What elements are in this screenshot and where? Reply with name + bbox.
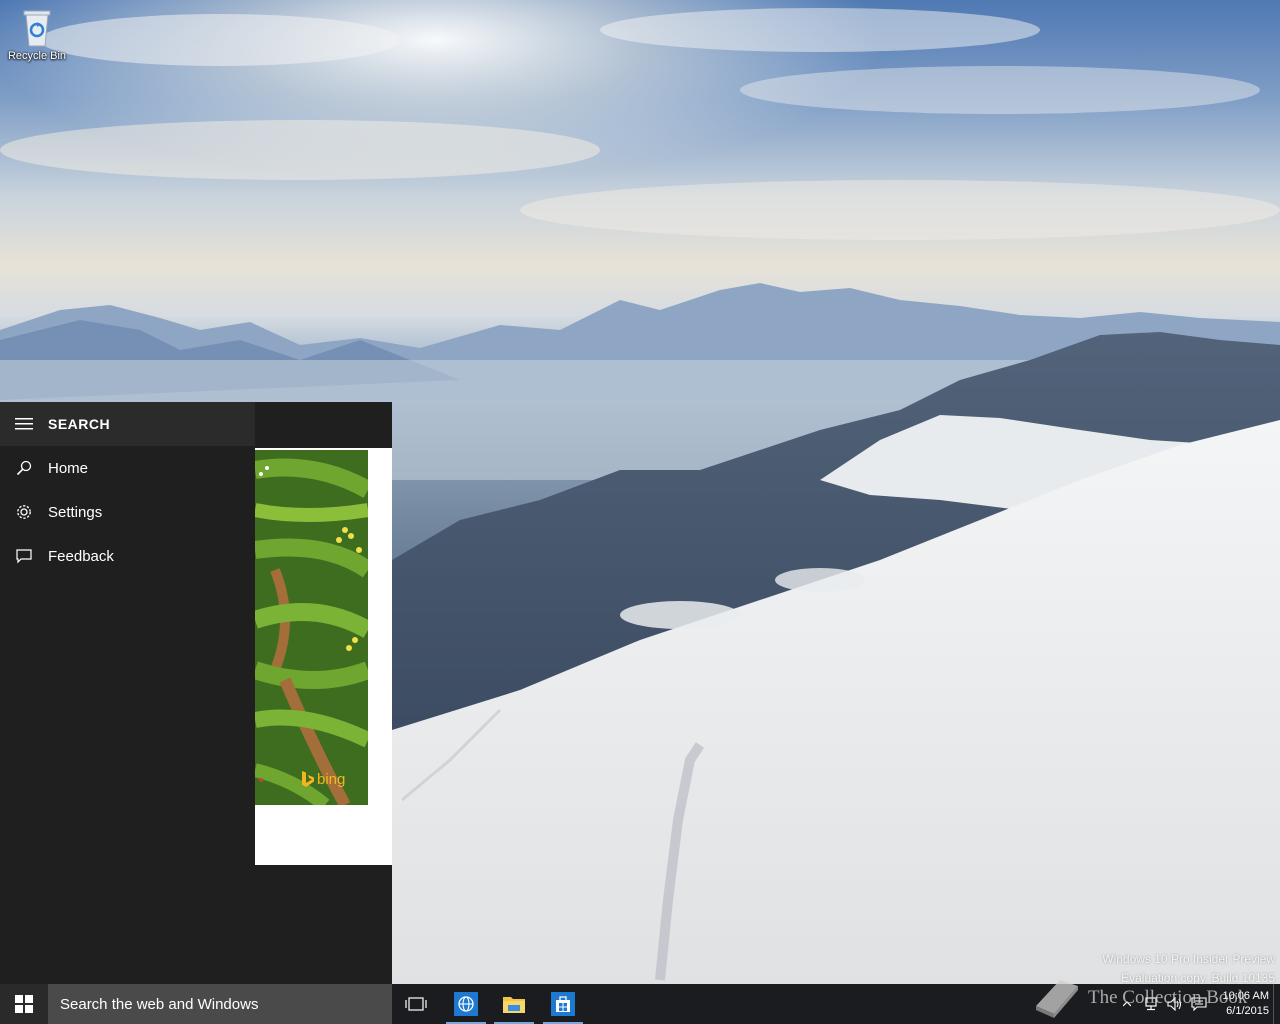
nav-item-feedback[interactable]: Feedback xyxy=(0,534,255,578)
network-icon xyxy=(1145,997,1157,1011)
nav-item-label: Home xyxy=(48,459,89,477)
nav-item-label: Settings xyxy=(48,503,103,521)
garden-maze-image xyxy=(255,450,368,805)
task-view-button[interactable] xyxy=(392,984,440,1024)
show-hidden-icons-button[interactable] xyxy=(1115,984,1139,1024)
store-taskbar-button[interactable] xyxy=(539,984,587,1024)
feedback-icon xyxy=(0,548,48,564)
search-content-pane: bing xyxy=(255,402,392,984)
network-button[interactable] xyxy=(1139,984,1163,1024)
search-panel-title: SEARCH xyxy=(48,416,111,432)
clock-date: 6/1/2015 xyxy=(1226,1005,1269,1017)
hamburger-menu-icon xyxy=(15,418,33,430)
watermark-line1: Windows 10 Pro Insider Preview xyxy=(1102,952,1275,966)
gear-icon xyxy=(0,503,48,521)
store-icon xyxy=(551,992,575,1016)
start-button[interactable] xyxy=(0,984,48,1024)
notification-icon xyxy=(1191,997,1207,1011)
folder-icon xyxy=(503,997,525,1013)
speaker-icon xyxy=(1167,997,1182,1011)
search-panel: bing SEARCH Home Settings Feedback xyxy=(0,402,392,984)
globe-icon xyxy=(454,992,478,1016)
search-icon xyxy=(0,460,48,476)
file-explorer-taskbar-button[interactable] xyxy=(490,984,538,1024)
clock-time: 10:06 AM xyxy=(1222,990,1269,1002)
taskbar: Search the web and Windows 10:06 AM 6/1/… xyxy=(0,984,1280,1024)
evaluation-watermark: Windows 10 Pro Insider Preview Evaluatio… xyxy=(1102,950,1275,988)
action-center-button[interactable] xyxy=(1187,984,1211,1024)
recycle-bin-icon xyxy=(22,8,52,48)
chevron-up-icon xyxy=(1123,1001,1131,1007)
bing-label: bing xyxy=(317,770,346,788)
bing-icon xyxy=(302,771,314,787)
browser-taskbar-button[interactable] xyxy=(442,984,490,1024)
bing-logo: bing xyxy=(301,770,345,788)
desktop-icon-label: Recycle Bin xyxy=(7,50,67,62)
nav-item-home[interactable]: Home xyxy=(0,446,255,490)
taskbar-search-box[interactable]: Search the web and Windows xyxy=(48,984,392,1024)
search-panel-header: SEARCH xyxy=(0,402,255,446)
hamburger-menu-button[interactable] xyxy=(0,402,48,446)
task-view-icon xyxy=(405,997,427,1011)
system-tray: 10:06 AM 6/1/2015 xyxy=(1115,984,1280,1024)
volume-button[interactable] xyxy=(1163,984,1187,1024)
bing-image-card[interactable]: bing xyxy=(255,448,392,865)
search-placeholder: Search the web and Windows xyxy=(60,995,259,1013)
desktop-icon-recycle-bin[interactable]: Recycle Bin xyxy=(4,8,70,62)
nav-item-label: Feedback xyxy=(48,547,114,565)
taskbar-clock[interactable]: 10:06 AM 6/1/2015 xyxy=(1211,989,1269,1019)
show-desktop-button[interactable] xyxy=(1273,984,1280,1024)
search-nav-pane: SEARCH Home Settings Feedback xyxy=(0,402,255,984)
nav-item-settings[interactable]: Settings xyxy=(0,490,255,534)
windows-logo-icon xyxy=(15,995,33,1013)
